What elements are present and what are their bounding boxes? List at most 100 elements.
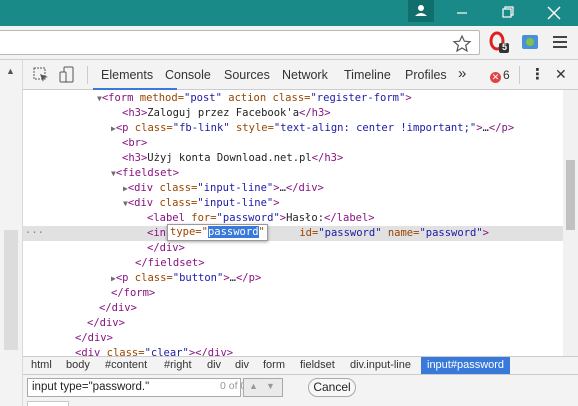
breadcrumb-item[interactable]: div [207,357,221,375]
profile-icon [415,5,427,16]
attr-editor-selection[interactable]: password [207,226,259,238]
tag-name: <fieldset> [115,167,180,179]
attr-name: class= [266,92,311,104]
tag-name: </h3> [311,152,344,164]
search-previous-button[interactable]: ▲ [249,381,258,391]
tag-name: <p [115,122,129,134]
more-tabs-button[interactable]: » [458,65,466,82]
dom-node-div-close[interactable]: </div> [75,331,113,346]
breadcrumb-item[interactable]: html [31,357,52,375]
kebab-menu-icon[interactable]: ⋮ [530,65,545,83]
attr-name: for= [184,212,217,224]
dom-node-div-close[interactable]: </div> [87,316,125,331]
tag-name: </div> [285,182,324,194]
cancel-button[interactable]: Cancel [308,378,356,397]
dom-node-p[interactable]: ▶<p class="fb-link" style="text-align: c… [111,121,514,136]
tag-name: </div> [75,332,113,344]
attr-editor-prefix: type=" [170,226,208,238]
dom-node-div[interactable]: ▼<div class="input-line"> [123,196,280,211]
tag-name: > [405,92,412,104]
dom-node-form[interactable]: ▼<form method="post" action class="regis… [97,91,412,106]
tag-name: <div [127,197,154,209]
attr-editor-suffix: " [258,226,265,238]
minimize-button[interactable] [442,0,482,26]
dom-node-fieldset-close[interactable]: </fieldset> [135,256,205,271]
tag-name: <div [127,182,154,194]
device-mode-icon[interactable] [59,66,75,84]
breadcrumb-item[interactable]: div.input-line [350,357,411,375]
tab-profiles[interactable]: Profiles [405,68,447,82]
inspect-element-icon[interactable] [33,67,49,83]
tag-name: </fieldset> [135,257,205,269]
attr-name: class= [153,197,198,209]
attr-name: id= [293,227,319,239]
dom-node-h3[interactable]: <h3>Zaloguj przez Facebook'a</h3> [122,106,331,121]
menu-icon[interactable] [552,34,568,50]
dom-node-p[interactable]: ▶<p class="button">…</p> [111,271,261,286]
tab-timeline[interactable]: Timeline [344,68,391,82]
breadcrumb-item[interactable]: #right [164,357,192,375]
attr-value: "text-align: center !important;" [273,122,477,134]
tab-elements[interactable]: Elements [101,68,153,82]
dom-node-div-close[interactable]: </div> [147,241,185,256]
tag-name: </p> [235,272,262,284]
extension-icon[interactable] [520,33,540,51]
breadcrumb-item-active[interactable]: input#password [421,357,511,375]
dom-search-bar: input type="password." 0 of 0 ▲ ▼ Cancel [23,374,578,400]
breadcrumb-item[interactable]: fieldset [300,357,335,375]
dom-node-div[interactable]: <div class="clear"></div> [75,346,233,356]
search-input[interactable]: input type="password." [27,378,241,397]
attr-value: "button" [172,272,224,284]
attr-value: "input-line" [197,182,274,194]
dom-node-div[interactable]: ▶<div class="input-line">…</div> [123,181,324,196]
row-options-dots[interactable]: ··· [25,226,44,241]
attr-name: action [221,92,267,104]
dom-tree-scrollbar-thumb[interactable] [566,160,575,230]
scroll-up-icon[interactable]: ▲ [6,66,15,76]
dom-node-br[interactable]: <br> [122,136,147,151]
error-count-badge[interactable]: ✕ 6 [490,68,510,83]
close-window-button[interactable] [534,0,574,26]
tab-console[interactable]: Console [165,68,211,82]
breadcrumb-item[interactable]: body [66,357,90,375]
attr-name: class= [100,347,145,356]
attr-name: class= [153,182,198,194]
address-bar[interactable] [0,30,480,55]
devtools-tabbar: Elements Console Sources Network Timelin… [23,60,578,90]
star-icon[interactable] [452,34,472,52]
drawer-tab[interactable] [27,401,69,406]
attribute-editor[interactable]: type="password" [167,224,268,241]
dom-node-div-close[interactable]: </div> [99,301,137,316]
dom-node-form-close[interactable]: </form> [111,286,155,301]
tag-name: </div> [195,347,234,356]
error-count: 6 [503,68,510,82]
attr-value: "password" [318,227,382,239]
text-node: Zaloguj przez Facebook'a [147,107,300,119]
minimize-icon [457,12,467,14]
page-scrollbar-thumb[interactable] [4,230,18,350]
attr-value: "password" [216,212,280,224]
tab-sources[interactable]: Sources [224,68,270,82]
window-titlebar [0,0,578,26]
breadcrumb-item[interactable]: form [263,357,285,375]
attr-value: "register-form" [310,92,406,104]
opera-extension-button[interactable]: 5 [488,31,512,55]
opera-icon [489,31,509,53]
close-devtools-icon[interactable]: ✕ [555,66,567,83]
search-next-button[interactable]: ▼ [266,381,275,391]
breadcrumb-item[interactable]: #content [105,357,147,375]
tab-network[interactable]: Network [282,68,328,82]
attr-value: "fb-link" [172,122,230,134]
dom-tree[interactable]: ▼<form method="post" action class="regis… [23,90,563,356]
attr-value: "post" [184,92,222,104]
attr-name: class= [128,122,173,134]
profile-button[interactable] [408,0,434,22]
attr-name: style= [229,122,274,134]
breadcrumb-item[interactable]: div [235,357,249,375]
dom-node-input-attrs[interactable]: id="password" name="password"> [293,226,489,241]
dom-node-fieldset[interactable]: ▼<fieldset> [111,166,179,181]
restore-button[interactable] [488,0,528,26]
dom-tree-scrollbar[interactable] [563,90,578,356]
dom-node-h3[interactable]: <h3>Użyj konta Download.net.pl</h3> [122,151,343,166]
attr-value: "input-line" [197,197,274,209]
